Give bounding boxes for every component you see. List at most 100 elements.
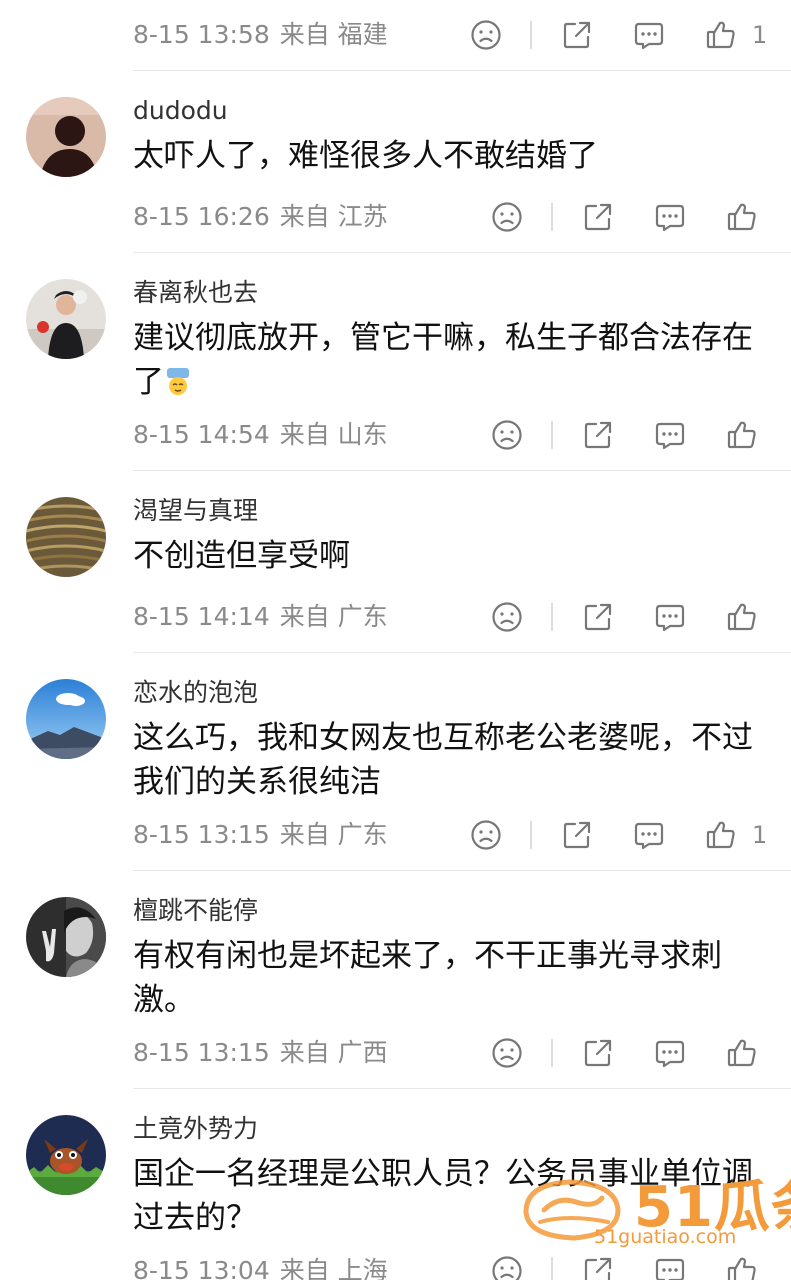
avatar-image <box>26 279 106 359</box>
avatar-image <box>26 679 106 759</box>
comment-button[interactable] <box>653 200 687 234</box>
comment-bubble-icon <box>655 604 685 632</box>
like-button[interactable] <box>725 600 759 634</box>
like-button[interactable] <box>725 1036 759 1070</box>
sad-face-icon <box>471 820 501 850</box>
sad-face-icon <box>492 1038 522 1068</box>
action-divider <box>551 1257 553 1280</box>
sad-face-icon <box>492 420 522 450</box>
comment-meta: 8-15 13:15 来自 广东 <box>133 819 388 851</box>
like-button[interactable] <box>725 418 759 452</box>
comment-button[interactable] <box>632 18 666 52</box>
thumbs-up-icon <box>727 203 756 231</box>
comment-time: 8-15 14:14 <box>133 602 270 631</box>
dislike-button[interactable] <box>469 18 503 52</box>
avatar[interactable] <box>26 679 106 759</box>
dislike-button[interactable] <box>490 1036 524 1070</box>
comment-feed: 8-15 13:58 来自 福建 1 dudodu 太吓人了，难怪很多人不敢结婚… <box>0 0 791 1280</box>
avatar-image <box>26 1115 106 1195</box>
comment-button[interactable] <box>632 818 666 852</box>
comment-meta: 8-15 13:15 来自 广西 <box>133 1037 388 1069</box>
comment-time: 8-15 14:54 <box>133 420 270 449</box>
comment-username[interactable]: 春离秋也去 <box>133 277 258 309</box>
thumbs-up-icon <box>706 821 735 849</box>
comment-username[interactable]: 土竟外势力 <box>133 1113 258 1145</box>
action-divider <box>551 603 553 631</box>
sad-face-icon <box>471 20 501 50</box>
comment-item: 渴望与真理 不创造但享受啊 8-15 14:14 来自 广东 <box>0 470 791 652</box>
like-button[interactable] <box>704 818 738 852</box>
avatar[interactable] <box>26 1115 106 1195</box>
thumbs-up-icon <box>727 603 756 631</box>
comment-time: 8-15 13:58 <box>133 20 270 49</box>
comment-button[interactable] <box>653 1036 687 1070</box>
share-button[interactable] <box>581 418 615 452</box>
comment-text: 不创造但享受啊 <box>133 538 350 574</box>
like-button[interactable] <box>725 200 759 234</box>
thumbs-up-icon <box>727 1039 756 1067</box>
action-divider <box>530 821 532 849</box>
comment-username[interactable]: dudodu <box>133 95 228 127</box>
sad-face-icon <box>492 202 522 232</box>
share-icon <box>584 203 612 231</box>
share-button[interactable] <box>581 600 615 634</box>
comment-button[interactable] <box>653 600 687 634</box>
share-icon <box>584 603 612 631</box>
comment-meta: 8-15 13:58 来自 福建 <box>133 19 388 51</box>
worship-emoji-icon <box>167 368 189 395</box>
share-button[interactable] <box>581 200 615 234</box>
action-divider <box>551 1039 553 1067</box>
comment-username[interactable]: 渴望与真理 <box>133 495 258 527</box>
dislike-button[interactable] <box>490 600 524 634</box>
comment-item: 8-15 13:58 来自 福建 1 <box>0 0 791 70</box>
comment-username[interactable]: 檀跳不能停 <box>133 895 258 927</box>
comment-bubble-icon <box>655 1040 685 1068</box>
dislike-button[interactable] <box>490 200 524 234</box>
dislike-button[interactable] <box>490 418 524 452</box>
action-divider <box>551 421 553 449</box>
share-icon <box>584 421 612 449</box>
like-button[interactable] <box>704 18 738 52</box>
avatar[interactable] <box>26 97 106 177</box>
comment-text-body: 建议彻底放开，管它干嘛，私生子都合法存在了 <box>133 320 753 400</box>
comment-location: 来自 广东 <box>279 602 388 631</box>
like-count: 1 <box>752 821 768 849</box>
comment-item: dudodu 太吓人了，难怪很多人不敢结婚了 8-15 16:26 来自 江苏 <box>0 70 791 252</box>
comment-location: 来自 广东 <box>279 820 388 849</box>
comment-button[interactable] <box>653 418 687 452</box>
avatar-image <box>26 97 106 177</box>
comment-location: 来自 江苏 <box>279 202 388 231</box>
comment-bubble-icon <box>655 204 685 232</box>
comment-location: 来自 广西 <box>279 1038 388 1067</box>
thumbs-up-icon <box>727 421 756 449</box>
comment-bubble-icon <box>634 22 664 50</box>
comment-bubble-icon <box>655 422 685 450</box>
comment-meta: 8-15 16:26 来自 江苏 <box>133 201 388 233</box>
share-button[interactable] <box>560 18 594 52</box>
comment-item: 春离秋也去 建议彻底放开，管它干嘛，私生子都合法存在了 8-15 14:54 来自… <box>0 252 791 470</box>
comment-time: 8-15 13:15 <box>133 820 270 849</box>
like-count: 1 <box>752 21 768 49</box>
avatar[interactable] <box>26 897 106 977</box>
comment-item: 恋水的泡泡 这么巧，我和女网友也互称老公老婆呢，不过我们的关系很纯洁 8-15 … <box>0 652 791 870</box>
share-button[interactable] <box>560 818 594 852</box>
avatar[interactable] <box>26 497 106 577</box>
avatar[interactable] <box>26 279 106 359</box>
share-button[interactable] <box>581 1036 615 1070</box>
comment-time: 8-15 13:04 <box>133 1256 270 1280</box>
site-watermark: 51瓜条 51guatiao.com <box>518 1162 791 1260</box>
comment-username[interactable]: 恋水的泡泡 <box>133 677 258 709</box>
avatar-image <box>26 497 106 577</box>
comment-text: 建议彻底放开，管它干嘛，私生子都合法存在了 <box>133 316 753 404</box>
action-divider <box>530 21 532 49</box>
share-icon <box>584 1039 612 1067</box>
comment-location: 来自 上海 <box>279 1256 388 1280</box>
comment-time: 8-15 16:26 <box>133 202 270 231</box>
share-icon <box>563 821 591 849</box>
comment-text: 有权有闲也是坏起来了，不干正事光寻求刺激。 <box>133 938 722 1018</box>
comment-item: 檀跳不能停 有权有闲也是坏起来了，不干正事光寻求刺激。 8-15 13:15 来自… <box>0 870 791 1088</box>
share-icon <box>563 21 591 49</box>
dislike-button[interactable] <box>469 818 503 852</box>
thumbs-up-icon <box>706 21 735 49</box>
comment-location: 来自 福建 <box>279 20 388 49</box>
